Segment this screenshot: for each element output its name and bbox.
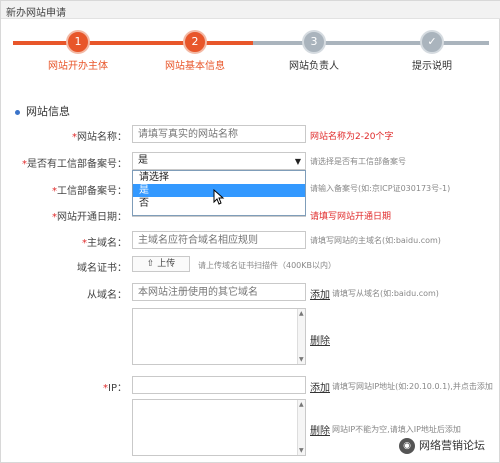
stepper-line-pending — [253, 41, 489, 45]
scroll-up-icon[interactable]: ▲ — [299, 310, 304, 317]
open-date-label: *网站开通日期： — [52, 212, 127, 223]
step-3-circle[interactable]: 3 — [302, 30, 326, 54]
icp-filed-label: *是否有工信部备案号： — [22, 159, 127, 170]
window-title: 新办网站申请 — [6, 8, 66, 19]
site-name-input[interactable] — [132, 125, 306, 143]
icp-filed-hint: 请选择是否有工信部备案号 — [310, 157, 406, 166]
icp-number-label: *工信部备案号： — [52, 186, 127, 197]
window-titlebar: 新办网站申请 — [1, 1, 500, 19]
icp-filed-select[interactable]: 是 ▼ — [132, 152, 306, 170]
application-form-window: 新办网站申请 1 2 3 ✓ 网站开办主体 网站基本信息 网站负责人 提示说明 … — [0, 0, 500, 463]
ip-list[interactable]: ▲ ▼ — [132, 399, 306, 456]
upload-icon: ⇧ — [146, 259, 155, 269]
step-4-label: 提示说明 — [412, 61, 452, 72]
section-title-text: 网站信息 — [26, 105, 70, 118]
section-title: 网站信息 — [15, 103, 70, 119]
sub-domain-label: 从域名： — [87, 290, 127, 301]
step-1-circle[interactable]: 1 — [66, 30, 90, 54]
scroll-down-icon[interactable]: ▼ — [299, 356, 304, 363]
ip-delete-link[interactable]: 删除 — [310, 422, 330, 437]
domain-cert-label: 域名证书： — [77, 263, 127, 274]
scrollbar[interactable]: ▲ ▼ — [297, 309, 305, 364]
ip-add-link[interactable]: 添加 — [310, 379, 330, 394]
sub-domain-add-link[interactable]: 添加 — [310, 286, 330, 301]
step-2-label: 网站基本信息 — [165, 61, 225, 72]
scroll-down-icon[interactable]: ▼ — [299, 447, 304, 454]
dropdown-option-choose[interactable]: 请选择 — [133, 171, 305, 184]
icp-number-hint: 请输入备案号(如:京ICP证030173号-1) — [310, 184, 451, 193]
ip-scrollbar[interactable]: ▲ ▼ — [297, 400, 305, 455]
sub-domain-list[interactable]: ▲ ▼ — [132, 308, 306, 365]
wechat-logo-icon: ◉ — [399, 438, 415, 454]
watermark-text: 网络营销论坛 — [419, 439, 485, 452]
step-3-label: 网站负责人 — [289, 61, 339, 72]
sub-domain-hint: 请填写从域名(如:baidu.com) — [332, 289, 439, 298]
main-domain-hint: 请填写网站的主域名(如:baidu.com) — [310, 236, 441, 245]
mouse-pointer-icon — [213, 189, 225, 205]
bullet-dot-icon — [15, 109, 20, 115]
open-date-error: 请填写网站开通日期 — [310, 212, 392, 222]
ip-note: 网站IP不能为空,请填入IP地址后添加 — [332, 425, 461, 434]
domain-cert-hint: 请上传域名证书扫描件（400KB以内） — [198, 261, 337, 270]
main-domain-input[interactable] — [132, 231, 306, 249]
chevron-down-icon: ▼ — [294, 157, 301, 166]
ip-label: *IP： — [103, 383, 127, 394]
scroll-up-icon[interactable]: ▲ — [299, 401, 304, 408]
site-name-label: *网站名称： — [72, 132, 127, 143]
step-2-circle[interactable]: 2 — [183, 30, 207, 54]
stepper-line-done — [13, 41, 253, 45]
sub-domain-input[interactable] — [132, 283, 306, 301]
main-domain-label: *主域名： — [82, 238, 127, 249]
sub-domain-delete-link[interactable]: 删除 — [310, 332, 330, 347]
ip-hint: 请填写网站IP地址(如:20.10.0.1),并点击添加 — [332, 382, 493, 391]
step-4-check-icon[interactable]: ✓ — [420, 30, 444, 54]
site-name-error: 网站名称为2-20个字 — [310, 132, 394, 142]
watermark: ◉ 网络营销论坛 — [395, 435, 489, 456]
step-1-label: 网站开办主体 — [48, 61, 108, 72]
upload-button[interactable]: ⇧ 上传 — [132, 256, 190, 272]
ip-input[interactable] — [132, 376, 306, 394]
